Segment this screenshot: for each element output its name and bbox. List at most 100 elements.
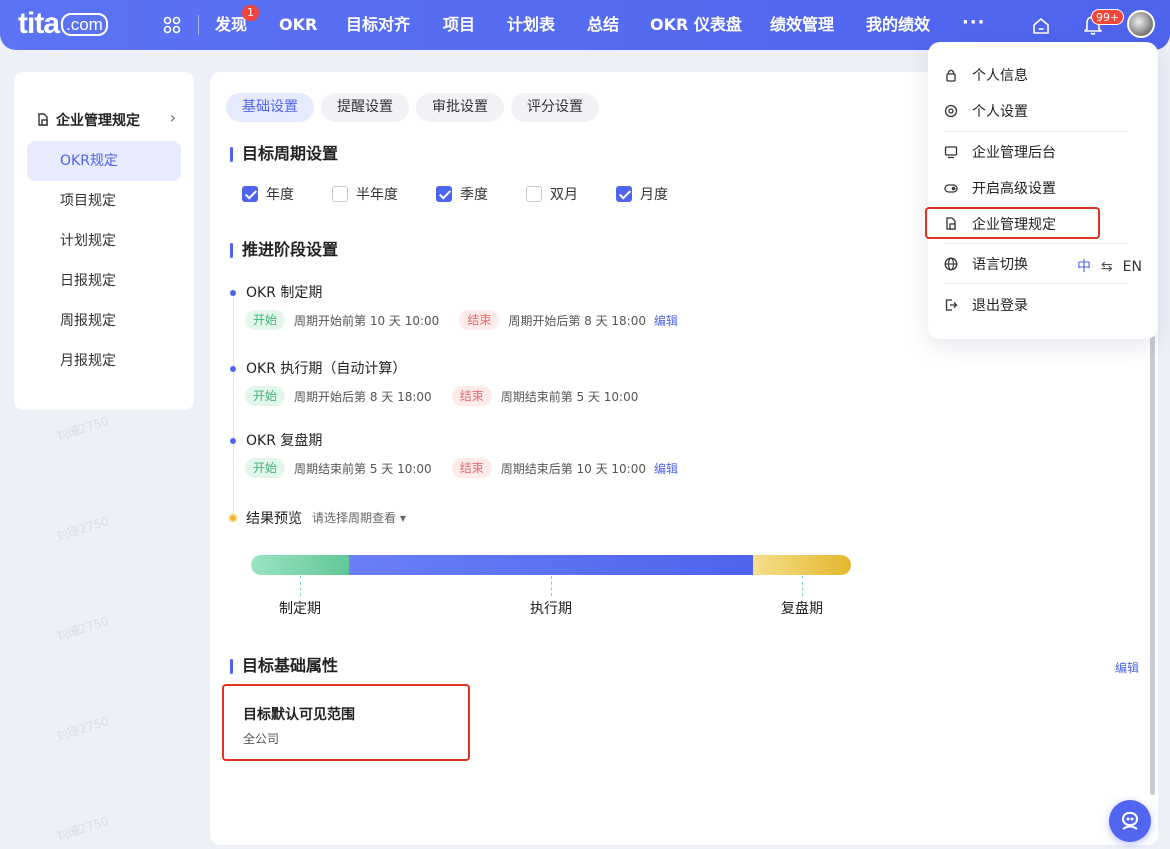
bar-tick — [551, 576, 552, 596]
stage-start-time: 周期开始后第 8 天 18:00 — [294, 389, 432, 404]
edit-stage-link[interactable]: 编辑 — [654, 460, 678, 477]
menu-item-enterprise-rules[interactable]: 企业管理规定 — [944, 210, 1128, 238]
menu-item-label: 企业管理后台 — [972, 145, 1056, 161]
stage-end-time: 周期结束前第 5 天 10:00 — [500, 389, 639, 404]
sidebar-item-project-rules[interactable]: 项目规定 — [27, 181, 181, 221]
cycle-option-annual[interactable]: 年度 — [242, 184, 294, 204]
checkbox-quarter[interactable] — [436, 186, 452, 202]
nav-plan-table[interactable]: 计划表 — [507, 14, 555, 36]
menu-divider — [944, 283, 1128, 284]
stage-name: OKR 制定期 — [246, 285, 323, 301]
nav-goal-alignment[interactable]: 目标对齐 — [346, 14, 410, 36]
cycle-option-quarter[interactable]: 季度 — [436, 184, 488, 204]
end-tag: 结束 — [451, 458, 492, 478]
preview-dot-icon — [228, 513, 238, 523]
nav-discover[interactable]: 发现 — [215, 14, 247, 36]
cycle-option-label: 年度 — [266, 187, 294, 203]
menu-item-label: 开启高级设置 — [972, 181, 1056, 197]
sidebar-item-okr-rules[interactable]: OKR规定 — [27, 141, 181, 181]
bar-segment-execution — [349, 555, 753, 575]
bar-segment-review — [753, 555, 851, 575]
settings-icon — [944, 104, 958, 118]
edit-stage-link[interactable]: 编辑 — [654, 312, 678, 329]
end-tag: 结束 — [451, 386, 492, 406]
discover-badge: 1 — [242, 5, 259, 21]
assistant-button[interactable] — [1109, 800, 1151, 842]
menu-item-label: 个人信息 — [972, 68, 1028, 84]
sidebar-item-daily-report-rules[interactable]: 日报规定 — [27, 261, 181, 301]
menu-item-language[interactable]: 语言切换 中 ⇆ EN — [944, 250, 1142, 278]
rules-sidebar: 企业管理规定 › OKR规定 项目规定 计划规定 日报规定 周报规定 月报规定 — [14, 72, 194, 410]
checkbox-monthly[interactable] — [616, 186, 632, 202]
cycle-option-label: 双月 — [550, 187, 578, 203]
user-dropdown-menu: 个人信息 个人设置 企业管理后台 开启高级设置 企业管理规定 语言切换 中 ⇆ EN… — [925, 42, 1158, 339]
checkbox-bimonthly[interactable] — [526, 186, 542, 202]
logout-icon — [945, 299, 958, 311]
menu-divider — [944, 131, 1128, 132]
watermark-text: 刘珊2750 — [54, 613, 111, 645]
bar-tick — [300, 576, 301, 596]
cycle-option-bimonthly[interactable]: 双月 — [526, 184, 578, 204]
checkbox-half-year[interactable] — [332, 186, 348, 202]
nav-okr[interactable]: OKR — [279, 14, 317, 36]
cycle-option-label: 半年度 — [356, 187, 398, 203]
tab-approval-settings[interactable]: 审批设置 — [416, 93, 504, 122]
stage-end-time: 周期开始后第 8 天 18:00 — [508, 313, 646, 328]
menu-item-profile[interactable]: 个人信息 — [944, 61, 1128, 89]
timeline-dot — [230, 290, 236, 296]
menu-item-advanced-settings[interactable]: 开启高级设置 — [944, 174, 1128, 202]
tita-logo[interactable]: tita .com — [18, 8, 108, 41]
cycle-preview-select[interactable]: 请选择周期查看 ▾ — [312, 509, 406, 526]
timeline-dot — [230, 438, 236, 444]
watermark-text: 刘珊2750 — [54, 413, 111, 445]
stage-start-time: 周期结束前第 5 天 10:00 — [294, 461, 432, 476]
sidebar-item-monthly-report-rules[interactable]: 月报规定 — [27, 341, 181, 381]
bar-tick — [802, 576, 803, 596]
timeline-line — [233, 294, 234, 519]
stage-progress-bar — [251, 555, 851, 575]
toggle-icon — [944, 184, 958, 193]
language-switch-icon[interactable]: ⇆ — [1101, 259, 1113, 275]
stage-end-time: 周期结束后第 10 天 10:00 — [500, 461, 646, 476]
end-tag: 结束 — [459, 310, 500, 330]
nav-divider — [198, 15, 199, 35]
menu-item-logout[interactable]: 退出登录 — [944, 291, 1128, 319]
more-menu-icon[interactable]: ··· — [962, 12, 986, 33]
scrollbar[interactable] — [1150, 335, 1155, 795]
settings-tabs: 基础设置 提醒设置 审批设置 评分设置 — [226, 93, 599, 122]
bar-label-planning: 制定期 — [279, 601, 321, 617]
nav-my-performance[interactable]: 我的绩效 — [866, 14, 930, 36]
language-options: 中 ⇆ EN — [1077, 256, 1142, 276]
menu-item-label: 企业管理规定 — [972, 217, 1056, 233]
menu-item-label: 语言切换 — [972, 257, 1028, 273]
watermark-text: 刘珊2750 — [54, 513, 111, 545]
nav-summary[interactable]: 总结 — [587, 14, 619, 36]
menu-item-personal-settings[interactable]: 个人设置 — [944, 97, 1128, 125]
home-icon[interactable] — [1031, 16, 1051, 36]
language-chinese[interactable]: 中 — [1077, 259, 1091, 275]
tab-basic-settings[interactable]: 基础设置 — [226, 93, 314, 122]
cycle-option-monthly[interactable]: 月度 — [616, 184, 668, 204]
sidebar-item-weekly-report-rules[interactable]: 周报规定 — [27, 301, 181, 341]
cycle-option-half-year[interactable]: 半年度 — [332, 184, 398, 204]
document-icon — [946, 217, 956, 230]
tab-scoring-settings[interactable]: 评分设置 — [511, 93, 599, 122]
start-tag: 开始 — [245, 458, 286, 478]
apps-grid-icon[interactable] — [163, 16, 181, 34]
nav-okr-dashboard[interactable]: OKR 仪表盘 — [650, 14, 742, 36]
edit-attributes-link[interactable]: 编辑 — [1115, 659, 1139, 676]
chevron-right-icon[interactable]: › — [170, 108, 176, 127]
language-english[interactable]: EN — [1123, 259, 1142, 275]
nav-projects[interactable]: 项目 — [443, 14, 475, 36]
visibility-scope-card[interactable]: 目标默认可见范围 全公司 — [222, 684, 470, 761]
user-avatar[interactable] — [1127, 10, 1155, 38]
menu-item-admin-console[interactable]: 企业管理后台 — [944, 138, 1128, 166]
tab-reminder-settings[interactable]: 提醒设置 — [321, 93, 409, 122]
result-preview-label: 结果预览 — [246, 511, 302, 527]
sidebar-item-plan-rules[interactable]: 计划规定 — [27, 221, 181, 261]
nav-performance[interactable]: 绩效管理 — [770, 14, 834, 36]
sidebar-heading[interactable]: 企业管理规定 › — [36, 108, 176, 130]
cycle-options: 年度 半年度 季度 双月 月度 — [242, 184, 706, 204]
checkbox-annual[interactable] — [242, 186, 258, 202]
stage-name: OKR 执行期（自动计算） — [246, 361, 407, 377]
